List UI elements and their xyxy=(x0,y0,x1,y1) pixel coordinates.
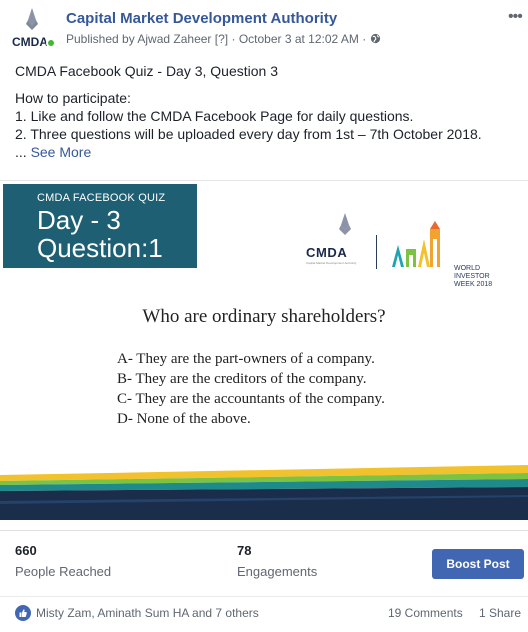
people-reached-stat[interactable]: 660 People Reached xyxy=(15,543,111,579)
stripes-graphic xyxy=(0,465,528,520)
answer-c: C- They are the accountants of the compa… xyxy=(117,391,385,407)
cmda-logo-text: CMDA xyxy=(306,245,348,260)
ellipsis: ... xyxy=(15,144,27,160)
meta-separator-2: · xyxy=(362,32,367,46)
logo-subtitle: Capital Market Development Authority xyxy=(306,261,357,265)
post-timestamp[interactable]: October 3 at 12:02 AM xyxy=(239,32,359,46)
see-more-line: ... See More xyxy=(15,143,520,161)
post-body: CMDA Facebook Quiz - Day 3, Question 3 H… xyxy=(15,62,520,161)
post-line-3: 2. Three questions will be uploaded ever… xyxy=(15,126,482,142)
wiw-line-1: WORLD xyxy=(454,265,481,272)
wiw-line-3: WEEK 2018 xyxy=(454,281,493,288)
world-investor-week-text: WORLD INVESTOR WEEK 2018 xyxy=(454,265,492,289)
quiz-label: CMDA FACEBOOK QUIZ xyxy=(37,192,166,204)
answer-b: B- They are the creditors of the company… xyxy=(117,371,367,387)
meta-separator: · xyxy=(231,32,236,46)
shares-count[interactable]: 1 Share xyxy=(479,606,521,620)
quiz-question: Who are ordinary shareholders? xyxy=(142,306,386,327)
like-reaction-icon[interactable] xyxy=(15,605,31,621)
people-reached-value: 660 xyxy=(15,543,37,558)
reactions-bar: Misty Zam, Aminath Sum HA and 7 others 1… xyxy=(0,596,528,626)
logo-divider xyxy=(376,235,377,269)
post-title: CMDA Facebook Quiz - Day 3, Question 3 xyxy=(15,63,278,79)
page-name-link[interactable]: Capital Market Development Authority xyxy=(66,10,337,27)
answer-list: A- They are the part-owners of a company… xyxy=(117,349,385,429)
see-more-link[interactable]: See More xyxy=(31,144,92,160)
answer-a: A- They are the part-owners of a company… xyxy=(117,351,375,367)
avatar-text: CMDA xyxy=(12,35,48,49)
cmda-logo-icon xyxy=(339,213,351,235)
logo-area: CMDA Capital Market Development Authorit… xyxy=(300,209,510,288)
day-box: CMDA FACEBOOK QUIZ Day - 3 Question:1 xyxy=(3,184,197,268)
more-dots-icon[interactable]: ••• xyxy=(508,8,523,26)
world-investor-week-icon xyxy=(392,221,440,267)
answer-d: D- None of the above. xyxy=(117,411,251,427)
decorative-stripes xyxy=(0,461,528,520)
likers-text[interactable]: Misty Zam, Aminath Sum HA and 7 others xyxy=(36,606,259,620)
help-marker[interactable]: [?] xyxy=(215,32,228,46)
online-status-dot xyxy=(46,38,56,48)
page-avatar[interactable]: CMDA xyxy=(8,6,56,52)
globe-icon[interactable] xyxy=(370,33,381,44)
post-header: CMDA Capital Market Development Authorit… xyxy=(0,0,528,56)
engagements-value: 78 xyxy=(237,543,252,558)
wiw-line-2: INVESTOR xyxy=(454,273,490,280)
people-reached-label: People Reached xyxy=(15,564,112,579)
post-line-1: How to participate: xyxy=(15,90,131,106)
boost-post-button[interactable]: Boost Post xyxy=(432,549,524,579)
publisher-text[interactable]: Published by Ajwad Zaheer xyxy=(66,32,211,46)
post-meta: Published by Ajwad Zaheer [?] · October … xyxy=(66,32,381,46)
comments-count[interactable]: 19 Comments xyxy=(388,606,463,620)
question-number-text: Question:1 xyxy=(37,233,163,263)
day-text: Day - 3 xyxy=(37,205,121,235)
engagements-label: Engagements xyxy=(237,564,318,579)
post-line-2: 1. Like and follow the CMDA Facebook Pag… xyxy=(15,108,414,124)
post-insights: 660 People Reached 78 Engagements Boost … xyxy=(0,530,528,588)
post-image[interactable]: CMDA FACEBOOK QUIZ Day - 3 Question:1 CM… xyxy=(0,180,528,520)
engagements-stat[interactable]: 78 Engagements xyxy=(237,543,317,579)
